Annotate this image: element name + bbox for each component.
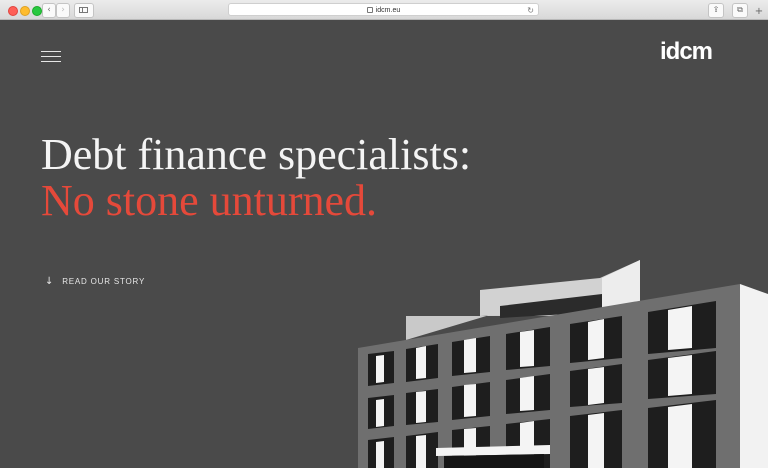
close-window-button[interactable] <box>8 6 18 16</box>
read-our-story-link[interactable]: ↓ READ OUR STORY <box>45 276 145 287</box>
browser-window: ‹ › idcm.eu ↻ ⇪ ⧉ + idcm Debt finance sp… <box>0 0 768 468</box>
sidebar-toggle-button[interactable] <box>74 3 94 18</box>
back-button[interactable]: ‹ <box>42 3 56 18</box>
zoom-window-button[interactable] <box>32 6 42 16</box>
share-button[interactable]: ⇪ <box>708 3 724 18</box>
minimize-window-button[interactable] <box>20 6 30 16</box>
new-tab-button[interactable]: + <box>752 4 766 20</box>
headline-line-1: Debt finance specialists: <box>41 130 472 179</box>
arrow-down-icon: ↓ <box>45 276 55 287</box>
hamburger-line <box>41 56 61 57</box>
forward-button[interactable]: › <box>56 3 70 18</box>
show-tabs-button[interactable]: ⧉ <box>732 3 748 18</box>
lock-icon <box>366 7 373 13</box>
hamburger-line <box>41 51 61 52</box>
hero-headline: Debt finance specialists: No stone untur… <box>41 132 471 224</box>
building-illustration <box>358 260 768 468</box>
sidebar-icon <box>79 7 88 13</box>
browser-toolbar: ‹ › idcm.eu ↻ ⇪ ⧉ + <box>0 0 768 20</box>
address-bar[interactable]: idcm.eu ↻ <box>228 3 539 16</box>
reload-icon[interactable]: ↻ <box>527 4 534 17</box>
read-our-story-label: READ OUR STORY <box>62 277 146 286</box>
entrance-door <box>444 454 544 468</box>
url-text: idcm.eu <box>375 7 401 14</box>
hamburger-line <box>41 61 61 62</box>
page-content: idcm Debt finance specialists: No stone … <box>0 20 768 468</box>
headline-line-2: No stone unturned. <box>41 176 378 225</box>
idcm-logo[interactable]: idcm <box>660 38 713 66</box>
building-side-wall <box>740 284 768 468</box>
hamburger-icon[interactable] <box>41 51 61 63</box>
